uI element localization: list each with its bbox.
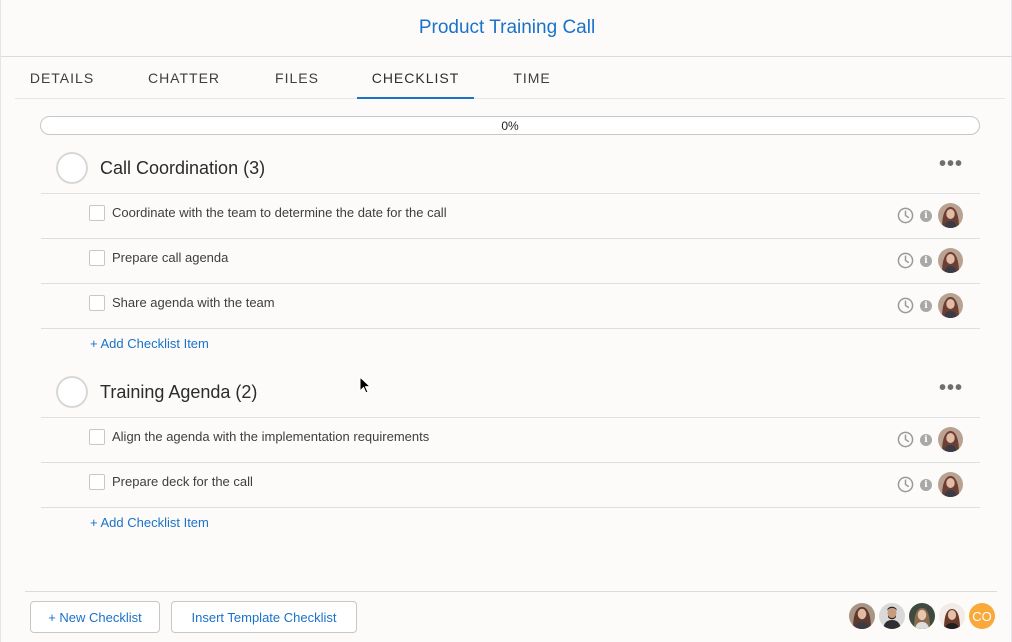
checklist-item: Align the agenda with the implementation… [41, 418, 980, 463]
more-icon[interactable]: ••• [939, 154, 963, 174]
add-checklist-item-link[interactable]: + Add Checklist Item [90, 515, 209, 530]
tab-bar: DETAILS CHATTER FILES CHECKLIST TIME [15, 58, 1005, 99]
checklist-item-text[interactable]: Coordinate with the team to determine th… [112, 205, 447, 220]
avatar[interactable] [939, 603, 965, 629]
record-panel: Product Training Call DETAILS CHATTER FI… [0, 0, 1012, 642]
checklist-group-title: Training Agenda (2) [100, 382, 258, 402]
clock-icon[interactable] [897, 476, 914, 493]
progress-label: 0% [501, 118, 519, 133]
info-icon[interactable]: i [920, 478, 932, 491]
avatar[interactable] [909, 603, 935, 629]
checklist-item: Prepare deck for the call i [41, 463, 980, 508]
group-progress-circle [56, 152, 88, 184]
checklist-item-checkbox[interactable] [89, 474, 105, 490]
checklist-item: Prepare call agenda i [41, 239, 980, 284]
info-icon[interactable]: i [920, 299, 932, 312]
checklist-item-text[interactable]: Align the agenda with the implementation… [112, 429, 429, 444]
checklist-item-actions: i [897, 472, 963, 497]
add-checklist-item-link[interactable]: + Add Checklist Item [90, 336, 209, 351]
checklist-item-checkbox[interactable] [89, 295, 105, 311]
tab-checklist[interactable]: CHECKLIST [357, 58, 474, 99]
footer-bar: + New Checklist Insert Template Checklis… [25, 591, 997, 642]
avatar[interactable]: CO [969, 603, 995, 629]
checklist-item-checkbox[interactable] [89, 429, 105, 445]
checklist-item-actions: i [897, 293, 963, 318]
info-icon[interactable]: i [920, 209, 932, 222]
checklist-item-checkbox[interactable] [89, 205, 105, 221]
checklist-item-text[interactable]: Share agenda with the team [112, 295, 275, 310]
progress-bar: 0% [40, 116, 980, 135]
avatar[interactable] [938, 248, 963, 273]
avatar[interactable] [938, 203, 963, 228]
avatar[interactable] [938, 427, 963, 452]
checklist-item-text[interactable]: Prepare call agenda [112, 250, 228, 265]
clock-icon[interactable] [897, 252, 914, 269]
page-title: Product Training Call [418, 17, 596, 38]
checklist-item: Share agenda with the team i [41, 284, 980, 329]
tab-time[interactable]: TIME [499, 58, 565, 98]
title-bar: Product Training Call [1, 0, 1012, 57]
avatar[interactable] [849, 603, 875, 629]
checklist-item-actions: i [897, 427, 963, 452]
tab-details[interactable]: DETAILS [15, 58, 109, 98]
group-progress-circle [56, 376, 88, 408]
checklist-item-checkbox[interactable] [89, 250, 105, 266]
insert-template-checklist-button[interactable]: Insert Template Checklist [171, 601, 357, 633]
clock-icon[interactable] [897, 297, 914, 314]
checklist-item-text[interactable]: Prepare deck for the call [112, 474, 253, 489]
avatar[interactable] [938, 293, 963, 318]
checklist-item-actions: i [897, 203, 963, 228]
checklist-group-title: Call Coordination (3) [100, 158, 266, 178]
info-icon[interactable]: i [920, 433, 932, 446]
new-checklist-button[interactable]: + New Checklist [30, 601, 160, 633]
info-icon[interactable]: i [920, 254, 932, 267]
avatar[interactable] [938, 472, 963, 497]
checklist-group-header: Call Coordination (3) ••• [41, 144, 980, 194]
tab-files[interactable]: FILES [261, 58, 333, 98]
checklist-group: Training Agenda (2) ••• Align the agenda… [41, 368, 980, 508]
clock-icon[interactable] [897, 207, 914, 224]
checklist-group-header: Training Agenda (2) ••• [41, 368, 980, 418]
collaborator-avatars: CO [849, 603, 995, 629]
clock-icon[interactable] [897, 431, 914, 448]
more-icon[interactable]: ••• [939, 378, 963, 398]
checklist-item-actions: i [897, 248, 963, 273]
checklist-item: Coordinate with the team to determine th… [41, 194, 980, 239]
checklist-group: Call Coordination (3) ••• Coordinate wit… [41, 144, 980, 329]
tab-chatter[interactable]: CHATTER [135, 58, 233, 98]
avatar[interactable] [879, 603, 905, 629]
mouse-cursor-icon [359, 376, 372, 394]
